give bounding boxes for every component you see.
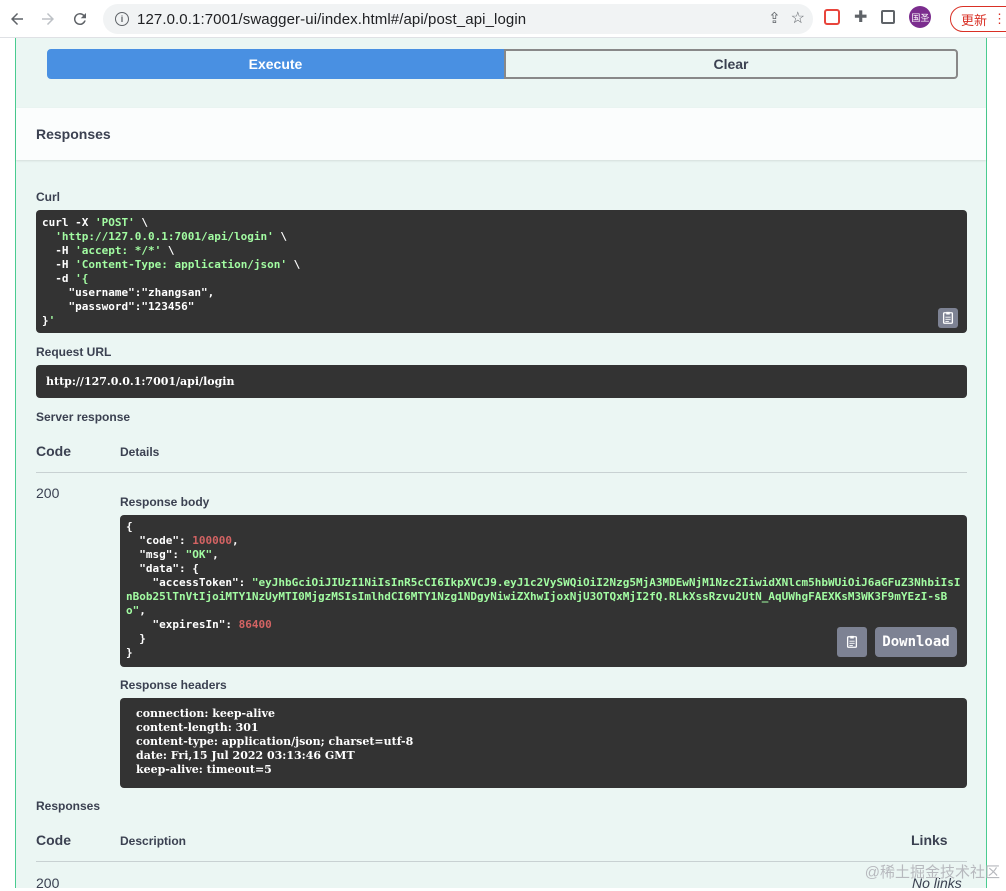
- update-label: 更新: [961, 12, 988, 28]
- download-button[interactable]: Download: [875, 627, 957, 657]
- details-column-header: Details: [120, 445, 160, 459]
- responses-title: Responses: [36, 126, 111, 142]
- sidepanel-icon[interactable]: [881, 10, 896, 24]
- execute-wrapper: Execute Clear: [47, 49, 958, 79]
- code-column-header: Code: [36, 443, 71, 459]
- forward-icon[interactable]: [34, 5, 62, 33]
- response-header-line: content-length: 301: [136, 721, 259, 734]
- reload-icon[interactable]: [66, 5, 94, 33]
- curl-line: -H 'accept: */*' \: [42, 244, 175, 257]
- address-bar[interactable]: i 127.0.0.1:7001/swagger-ui/index.html#/…: [103, 4, 813, 34]
- curl-line: 'http://127.0.0.1:7001/api/login' \: [55, 230, 288, 243]
- response-headers-box[interactable]: connection: keep-alive content-length: 3…: [120, 698, 967, 788]
- curl-command-text: curl -X 'POST' \ 'http://127.0.0.1:7001/…: [42, 216, 961, 328]
- response-header-line: keep-alive: timeout=5: [136, 763, 272, 776]
- curl-label: Curl: [36, 190, 60, 204]
- curl-line: -H 'Content-Type: application/json' \: [42, 258, 301, 271]
- response-header-line: date: Fri,15 Jul 2022 03:13:46 GMT: [136, 749, 355, 762]
- bookmark-star-icon[interactable]: ☆: [791, 8, 805, 28]
- response-status-code: 200: [36, 485, 60, 501]
- curl-line: "username":"zhangsan",: [42, 286, 215, 299]
- response-headers-text: connection: keep-alive content-length: 3…: [136, 707, 951, 777]
- responses-header: Responses: [16, 108, 986, 160]
- site-info-icon[interactable]: i: [115, 12, 129, 26]
- curl-command-box[interactable]: curl -X 'POST' \ 'http://127.0.0.1:7001/…: [36, 210, 967, 333]
- responses-code-header: Code: [36, 832, 71, 848]
- divider: [36, 472, 967, 473]
- server-response-label: Server response: [36, 410, 131, 424]
- response-body-json: { "code": 100000, "msg": "OK", "data": {…: [126, 520, 961, 659]
- request-url-value: http://127.0.0.1:7001/api/login: [46, 375, 235, 388]
- execute-button[interactable]: Execute: [47, 49, 504, 79]
- response-body-box[interactable]: { "code": 100000, "msg": "OK", "data": {…: [120, 515, 967, 667]
- share-icon[interactable]: ⇪: [768, 9, 781, 27]
- curl-line: }': [42, 314, 56, 327]
- response-headers-label: Response headers: [120, 678, 227, 692]
- description-column-header: Description: [120, 834, 187, 848]
- curl-line: -d '{: [42, 272, 89, 285]
- responses-first-code: 200: [36, 875, 60, 891]
- response-header-line: content-type: application/json; charset=…: [136, 735, 414, 748]
- operation-block-post: Execute Clear Responses Curl curl -X 'PO…: [15, 38, 987, 891]
- clear-button[interactable]: Clear: [504, 49, 958, 79]
- curl-line: curl -X 'POST' \: [42, 216, 148, 229]
- links-column-header: Links: [911, 832, 948, 848]
- copy-to-clipboard-icon[interactable]: [938, 308, 958, 328]
- browser-toolbar: i 127.0.0.1:7001/swagger-ui/index.html#/…: [0, 0, 1006, 38]
- watermark-text: @稀土掘金技术社区: [864, 864, 1000, 881]
- swagger-page: Execute Clear Responses Curl curl -X 'PO…: [0, 38, 1006, 891]
- back-icon[interactable]: [3, 5, 31, 33]
- update-button[interactable]: 更新 ⋮: [950, 6, 1006, 32]
- url-text[interactable]: 127.0.0.1:7001/swagger-ui/index.html#/ap…: [137, 11, 526, 28]
- puzzle-extensions-icon[interactable]: ✚: [854, 7, 867, 27]
- request-url-box[interactable]: http://127.0.0.1:7001/api/login: [36, 365, 967, 398]
- responses-section-label: Responses: [36, 799, 101, 813]
- response-body-label: Response body: [120, 495, 210, 509]
- request-url-label: Request URL: [36, 345, 112, 359]
- extension-grid-icon[interactable]: [824, 9, 840, 25]
- copy-response-icon[interactable]: [837, 627, 867, 657]
- divider: [36, 861, 967, 862]
- profile-avatar[interactable]: 国圣: [909, 6, 932, 28]
- curl-line: "password":"123456": [42, 300, 195, 313]
- response-header-line: connection: keep-alive: [136, 707, 275, 720]
- more-menu-icon[interactable]: ⋮: [993, 11, 1006, 27]
